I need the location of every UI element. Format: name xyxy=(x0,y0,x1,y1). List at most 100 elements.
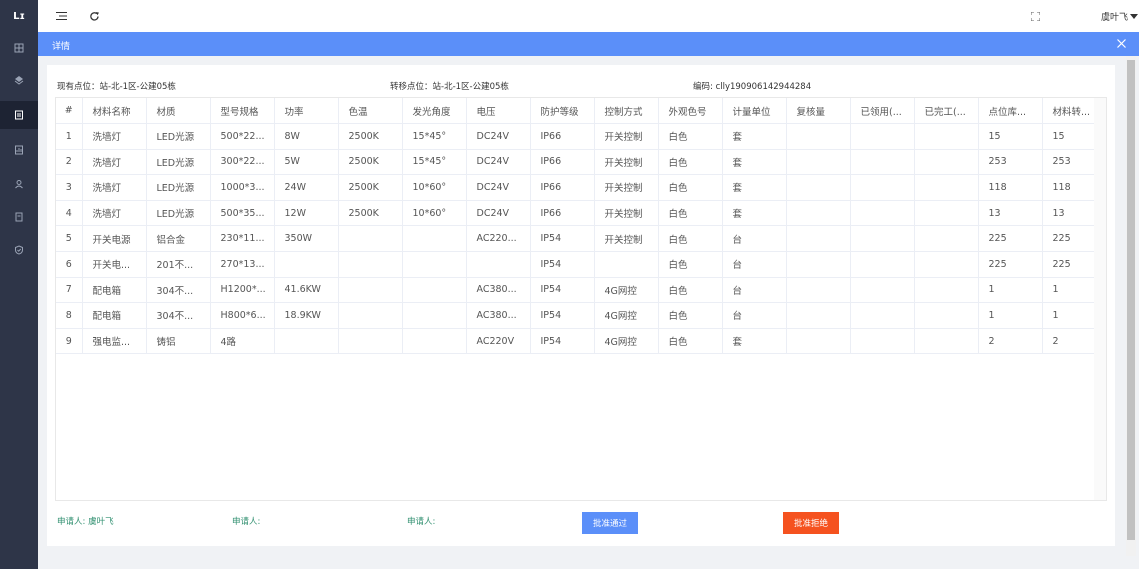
transfer-location: 转移点位：站-北-1区-公建05栋 xyxy=(390,82,509,92)
table-cell: H1200*... xyxy=(210,277,275,304)
fullscreen-button[interactable] xyxy=(1028,9,1042,23)
page-scrollbar-thumb[interactable] xyxy=(1127,60,1135,540)
column-header[interactable]: 型号规格 xyxy=(210,98,275,124)
table-cell: 2500K xyxy=(338,149,403,176)
table-row[interactable]: 6 开关电... 201不... 270*13... IP54 白色台 225 225 xyxy=(56,251,1106,278)
table-cell: 白色 xyxy=(658,225,723,252)
table-cell: 4 xyxy=(56,200,83,227)
table-cell xyxy=(786,328,851,355)
table-cell xyxy=(914,302,979,329)
refresh-button[interactable] xyxy=(87,9,101,23)
user-dropdown-button[interactable] xyxy=(1127,9,1139,23)
column-header[interactable]: 材质 xyxy=(146,98,211,124)
table-cell: 开关电源 xyxy=(82,225,147,252)
column-header[interactable]: 计量单位 xyxy=(722,98,787,124)
table-cell xyxy=(338,302,403,329)
table-cell: 270*13... xyxy=(210,251,275,278)
column-header[interactable]: 外观色号 xyxy=(658,98,723,124)
table-cell: IP66 xyxy=(530,149,595,176)
layers-icon xyxy=(14,76,24,85)
table-cell xyxy=(786,302,851,329)
table-row[interactable]: 5 开关电源 铝合金 230*11... 350W AC220... IP54 开关控制 白色台… xyxy=(56,225,1106,252)
table-cell: 1 xyxy=(978,302,1043,329)
table-cell xyxy=(914,277,979,304)
table-cell: AC380... xyxy=(466,302,531,329)
column-header[interactable]: 已领用(... xyxy=(850,98,915,124)
current-location: 现有点位：站-北-1区-公建05栋 xyxy=(57,82,176,92)
table-cell xyxy=(914,328,979,355)
table-row[interactable]: 2 洗墙灯 LED光源 300*22... 5W 2500K 15*45° DC24V IP66… xyxy=(56,149,1106,176)
caret-down-icon xyxy=(1130,13,1138,19)
table-cell: 304不... xyxy=(146,302,211,329)
table-row[interactable]: 3 洗墙灯 LED光源 1000*3... 24W 2500K 10*60° DC24V IP6… xyxy=(56,174,1106,201)
table-cell: AC220... xyxy=(466,225,531,252)
close-button[interactable] xyxy=(1114,36,1128,50)
sidebar-item-documents[interactable] xyxy=(0,203,38,231)
table-cell: 开关控制 xyxy=(594,123,659,150)
table-cell: 1 xyxy=(56,123,83,150)
column-header[interactable]: 已完工(... xyxy=(914,98,979,124)
table-cell: 套 xyxy=(722,123,787,150)
column-header[interactable]: 材料名称 xyxy=(82,98,147,124)
table-cell: AC380... xyxy=(466,277,531,304)
table-cell: LED光源 xyxy=(146,174,211,201)
table-cell: 强电监... xyxy=(82,328,147,355)
table-cell xyxy=(338,251,403,278)
column-header[interactable]: 防护等级 xyxy=(530,98,595,124)
table-cell xyxy=(914,200,979,227)
table-cell: 6 xyxy=(56,251,83,278)
table-cell: 洗墙灯 xyxy=(82,123,147,150)
column-header[interactable]: 复核量 xyxy=(786,98,851,124)
close-icon xyxy=(1116,38,1126,48)
table-cell: H800*6... xyxy=(210,302,275,329)
table-cell xyxy=(786,225,851,252)
record-code: 编码: clly190906142944284 xyxy=(693,82,812,92)
table-cell xyxy=(914,123,979,150)
sidebar-item-users[interactable] xyxy=(0,170,38,198)
applicant-1: 申请人: 虞叶飞 xyxy=(57,517,114,527)
table-cell: 230*11... xyxy=(210,225,275,252)
sidebar-item-dashboard[interactable] xyxy=(0,34,38,62)
column-header[interactable]: 电压 xyxy=(466,98,531,124)
table-cell xyxy=(914,225,979,252)
table-cell: DC24V xyxy=(466,123,531,150)
approve-button[interactable]: 批准通过 xyxy=(582,512,638,534)
table-cell: 1000*3... xyxy=(210,174,275,201)
table-cell xyxy=(786,251,851,278)
table-cell: 台 xyxy=(722,251,787,278)
column-header[interactable]: 色温 xyxy=(338,98,403,124)
table-cell xyxy=(850,200,915,227)
table-cell: AC220V xyxy=(466,328,531,355)
table-cell xyxy=(594,251,659,278)
table-cell: 台 xyxy=(722,225,787,252)
table-cell xyxy=(850,123,915,150)
reject-button[interactable]: 批准拒绝 xyxy=(783,512,839,534)
table-row[interactable]: 9 强电监... 铸铝 4路 AC220V IP54 4G网控 白色套 2 2 xyxy=(56,328,1106,355)
column-header[interactable]: 控制方式 xyxy=(594,98,659,124)
table-cell: 253 xyxy=(978,149,1043,176)
table-cell: 13 xyxy=(978,200,1043,227)
sidebar-item-security[interactable] xyxy=(0,236,38,264)
column-header[interactable]: 点位库... xyxy=(978,98,1043,124)
sidebar-item-charts[interactable] xyxy=(0,136,38,164)
column-header[interactable]: 发光角度 xyxy=(402,98,467,124)
top-bar: 虞叶飞 xyxy=(38,0,1139,32)
column-header[interactable]: # xyxy=(56,98,83,124)
table-cell: 5W xyxy=(274,149,339,176)
table-cell: 350W xyxy=(274,225,339,252)
table-scrollbar[interactable] xyxy=(1094,98,1106,500)
table-cell: 15*45° xyxy=(402,123,467,150)
table-cell: IP54 xyxy=(530,225,595,252)
sidebar-item-layers[interactable] xyxy=(0,66,38,94)
table-cell: 2500K xyxy=(338,200,403,227)
table-row[interactable]: 1 洗墙灯 LED光源 500*22... 8W 2500K 15*45° DC24V IP66… xyxy=(56,123,1106,150)
menu-toggle-button[interactable] xyxy=(54,9,68,23)
table-row[interactable]: 8 配电箱 304不... H800*6... 18.9KW AC380... IP54 4G… xyxy=(56,302,1106,329)
sidebar-item-reports[interactable] xyxy=(0,101,38,129)
user-name[interactable]: 虞叶飞 xyxy=(1101,10,1128,23)
table-row[interactable]: 4 洗墙灯 LED光源 500*35... 12W 2500K 10*60° DC24V IP6… xyxy=(56,200,1106,227)
table-cell xyxy=(850,149,915,176)
table-cell: 300*22... xyxy=(210,149,275,176)
table-row[interactable]: 7 配电箱 304不... H1200*... 41.6KW AC380... IP54 4G… xyxy=(56,277,1106,304)
column-header[interactable]: 功率 xyxy=(274,98,339,124)
